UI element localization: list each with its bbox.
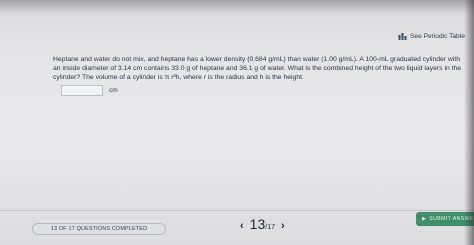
see-periodic-table-link[interactable]: See Periodic Table	[398, 32, 465, 40]
total-questions: /17	[265, 224, 275, 231]
see-periodic-table-label: See Periodic Table	[410, 32, 465, 40]
questions-progress-badge: 13 OF 17 QUESTIONS COMPLETED	[32, 223, 166, 235]
answer-row: cm	[61, 85, 118, 96]
footer-divider	[0, 210, 474, 211]
app-screen: See Periodic Table Heptane and water do …	[0, 0, 474, 245]
question-text: Heptane and water do not mix, and heptan…	[53, 56, 462, 81]
play-icon: ▶	[422, 216, 427, 222]
top-shadow	[0, 0, 474, 14]
chevron-left-icon[interactable]: ‹	[240, 220, 244, 232]
screen-bezel	[464, 0, 474, 245]
answer-unit: cm	[109, 87, 118, 94]
current-question-number: 13	[249, 216, 266, 232]
progress-label: 13 OF 17 QUESTIONS COMPLETED	[50, 226, 148, 232]
answer-input[interactable]	[61, 85, 103, 96]
chevron-right-icon[interactable]: ›	[281, 220, 285, 232]
bar-chart-icon	[398, 33, 407, 40]
question-pager: ‹ 13/17 ›	[240, 216, 285, 234]
